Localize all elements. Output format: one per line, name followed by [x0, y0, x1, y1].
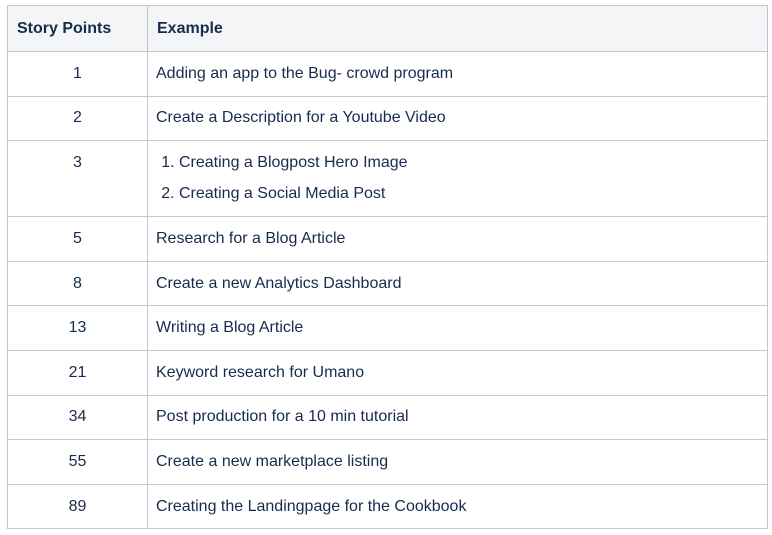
story-points-cell: 21 [7, 349, 148, 396]
example-cell: Research for a Blog Article [147, 216, 768, 262]
example-cell: Writing a Blog Article [147, 305, 768, 351]
story-points-cell: 34 [7, 394, 148, 441]
example-cell: Creating a Blogpost Hero Image Creating … [147, 140, 768, 218]
table-row: 1 Adding an app to the Bug- crowd progra… [7, 51, 768, 97]
table-row: 8 Create a new Analytics Dashboard [7, 260, 768, 307]
story-points-cell: 2 [7, 95, 148, 142]
example-cell: Create a Description for a Youtube Video [147, 95, 768, 142]
list-item: Creating a Blogpost Hero Image [179, 153, 759, 173]
example-list: Creating a Blogpost Hero Image Creating … [156, 153, 759, 204]
story-points-cell: 8 [7, 260, 148, 307]
example-cell: Creating the Landingpage for the Cookboo… [147, 483, 768, 530]
table-row: 5 Research for a Blog Article [7, 216, 768, 262]
example-cell: Keyword research for Umano [147, 349, 768, 396]
table-row: 55 Create a new marketplace listing [7, 439, 768, 485]
table-row: 3 Creating a Blogpost Hero Image Creatin… [7, 140, 768, 218]
table-header-row: Story Points Example [7, 5, 768, 52]
example-cell: Create a new marketplace listing [147, 439, 768, 485]
table-row: 2 Create a Description for a Youtube Vid… [7, 95, 768, 142]
table-row: 13 Writing a Blog Article [7, 305, 768, 351]
story-points-cell: 89 [7, 483, 148, 530]
example-cell: Post production for a 10 min tutorial [147, 394, 768, 441]
story-points-cell: 3 [7, 140, 148, 218]
table-row: 34 Post production for a 10 min tutorial [7, 394, 768, 441]
table-row: 89 Creating the Landingpage for the Cook… [7, 483, 768, 530]
story-points-table: Story Points Example 1 Adding an app to … [7, 5, 768, 530]
story-points-cell: 13 [7, 305, 148, 351]
story-points-cell: 55 [7, 439, 148, 485]
header-story-points: Story Points [7, 5, 148, 52]
story-points-cell: 5 [7, 216, 148, 262]
header-example: Example [147, 5, 768, 52]
story-points-table-container: Story Points Example 1 Adding an app to … [7, 5, 768, 530]
table-row: 21 Keyword research for Umano [7, 349, 768, 396]
example-cell: Adding an app to the Bug- crowd program [147, 51, 768, 97]
list-item: Creating a Social Media Post [179, 184, 759, 204]
story-points-cell: 1 [7, 51, 148, 97]
example-cell: Create a new Analytics Dashboard [147, 260, 768, 307]
